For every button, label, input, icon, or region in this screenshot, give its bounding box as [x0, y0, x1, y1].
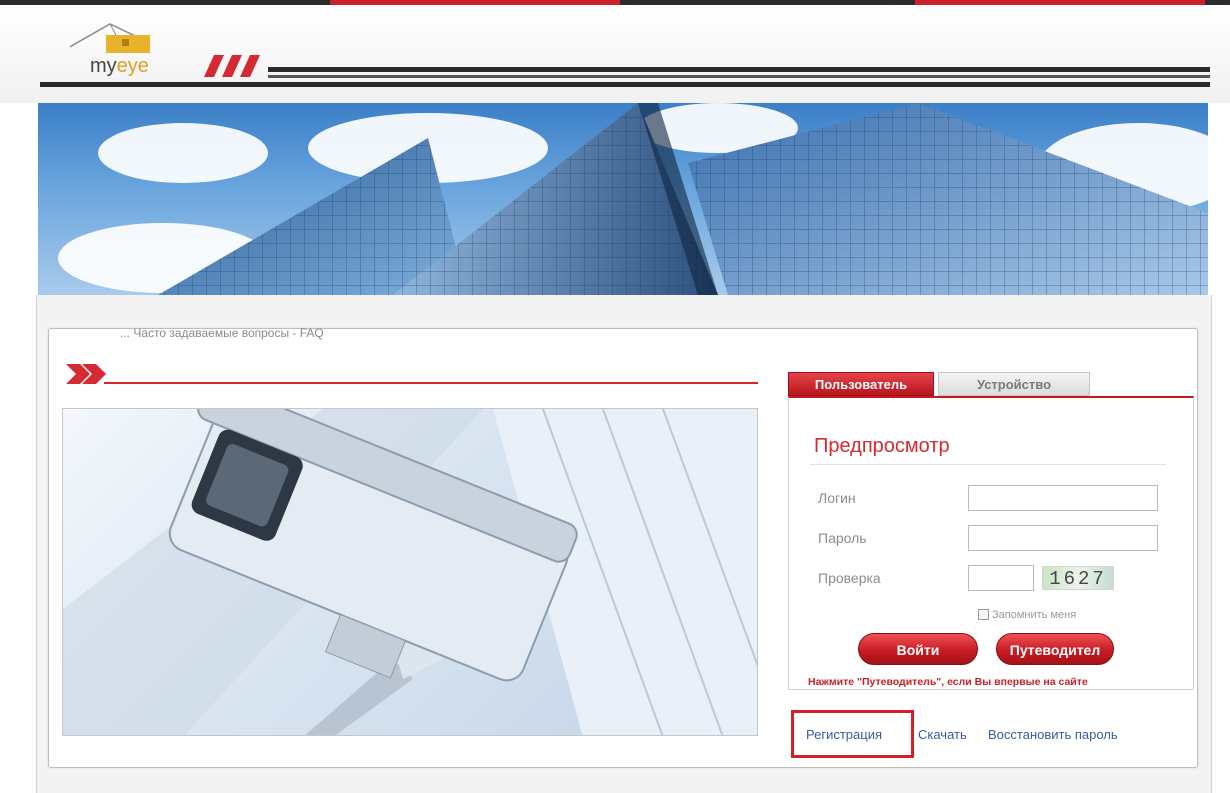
header: myeye [0, 5, 1230, 103]
tab-user[interactable]: Пользователь [788, 372, 934, 396]
camera-image [62, 408, 758, 736]
recover-password-link[interactable]: Восстановить пароль [988, 727, 1118, 742]
login-title: Предпросмотр [814, 435, 950, 457]
captcha-image[interactable]: 1627 [1042, 566, 1114, 590]
header-bar [268, 67, 1210, 72]
login-input[interactable] [968, 485, 1158, 511]
guide-button[interactable]: Путеводител [996, 633, 1114, 665]
banner-image [38, 103, 1208, 295]
header-bar-thin [268, 75, 1210, 78]
check-label: Проверка [818, 570, 881, 586]
password-label: Пароль [818, 530, 867, 546]
title-divider [810, 464, 1166, 465]
tab-device[interactable]: Устройство [938, 372, 1090, 396]
login-button[interactable]: Войти [858, 633, 978, 665]
remember-me[interactable]: Запомнить меня [978, 609, 1076, 621]
logo[interactable]: myeye [65, 19, 170, 89]
page: myeye ... Часто задаваемые вопросы - FAQ… [0, 0, 1230, 793]
password-input[interactable] [968, 525, 1158, 551]
first-visit-hint: Нажмите "Путеводитель", если Вы впервые … [808, 676, 1088, 688]
captcha-input[interactable] [968, 565, 1034, 591]
download-link[interactable]: Скачать [918, 727, 967, 742]
header-bar-long [40, 82, 1210, 87]
faq-link-faded[interactable]: ... Часто задаваемые вопросы - FAQ [120, 326, 324, 340]
register-highlight-box [791, 710, 914, 758]
red-slashes-icon [204, 55, 260, 77]
checkbox-icon[interactable] [978, 609, 989, 620]
section-divider [104, 382, 758, 384]
login-label: Логин [818, 490, 856, 506]
logo-text: myeye [90, 55, 149, 77]
remember-label: Запомнить меня [992, 609, 1077, 621]
